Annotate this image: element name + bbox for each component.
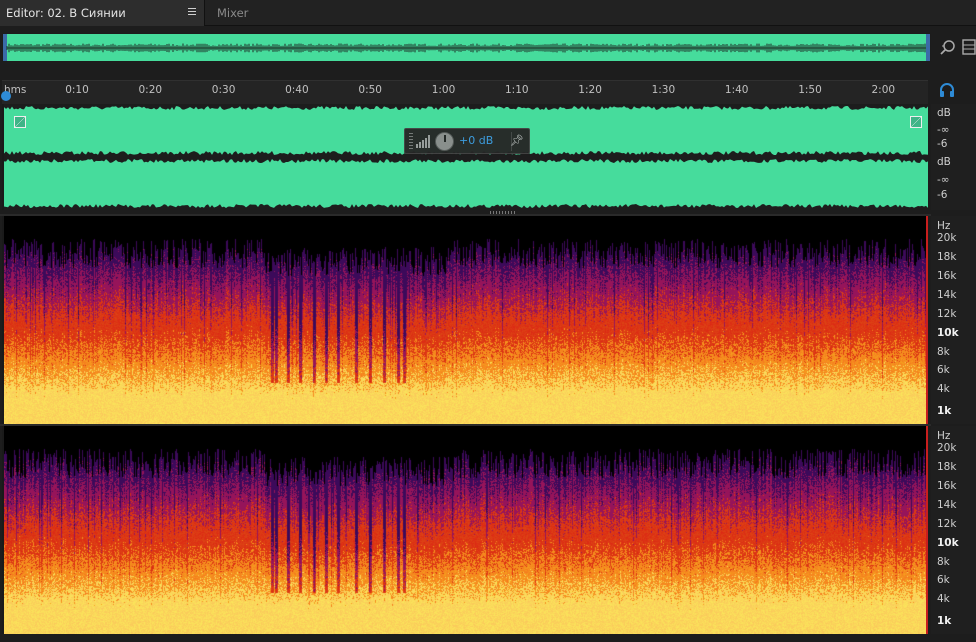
hz-label: 1k xyxy=(937,405,952,417)
fade-out-handle-icon[interactable] xyxy=(910,116,922,128)
tab-editor[interactable]: Editor: 02. В Сиянии Раздора.mp3 xyxy=(0,0,205,46)
hz-unit-2: Hz xyxy=(937,430,951,442)
spectrogram-channel-2[interactable] xyxy=(2,426,928,634)
hz-label: 12k xyxy=(937,308,957,320)
overview-right-handle[interactable] xyxy=(926,34,930,61)
ruler-label: 0:30 xyxy=(211,84,236,96)
db-unit-ch2: dB xyxy=(937,156,951,168)
hz-label: 14k xyxy=(937,499,957,511)
ruler-label: 1:30 xyxy=(651,84,676,96)
hz-label: 8k xyxy=(937,346,950,358)
end-marker-2 xyxy=(926,426,928,634)
waveform-display[interactable] xyxy=(2,104,928,210)
tab-bar: Editor: 02. В Сиянии Раздора.mp3 Mixer xyxy=(0,0,976,46)
hz-label: 20k xyxy=(937,232,957,244)
hz-label: 18k xyxy=(937,461,957,473)
hz-label: 10k xyxy=(937,537,959,549)
overview-waveform xyxy=(6,43,928,53)
hz-unit-1: Hz xyxy=(937,220,951,232)
ruler-label: 1:50 xyxy=(798,84,822,96)
playhead-icon[interactable] xyxy=(1,91,11,101)
hz-label: 10k xyxy=(937,327,959,339)
ruler-label: 0:10 xyxy=(65,84,89,96)
hz-label: 18k xyxy=(937,251,957,263)
spectrogram-canvas-1 xyxy=(4,216,928,424)
hz-label: 4k xyxy=(937,383,950,395)
hud-grip[interactable] xyxy=(409,133,413,149)
hz-label: 6k xyxy=(937,574,950,586)
hz-label: 16k xyxy=(937,480,957,492)
db-unit-ch1: dB xyxy=(937,107,951,119)
headphones-icon[interactable] xyxy=(938,82,956,98)
ruler-label: 0:50 xyxy=(358,84,382,96)
zoom-icon[interactable] xyxy=(940,39,956,55)
hz-label: 6k xyxy=(937,364,950,376)
hz-label: 14k xyxy=(937,289,957,301)
ruler-label: 2:00 xyxy=(871,84,896,96)
ruler-label: 1:20 xyxy=(578,84,602,96)
ruler-label: 1:40 xyxy=(724,84,749,96)
time-ruler[interactable]: hms 0:10 0:20 0:30 0:40 0:50 1:00 1:10 1:20 1:30… xyxy=(1,80,928,104)
db-bottom-ch2: -6 xyxy=(937,189,948,201)
ruler-label: 0:20 xyxy=(138,84,163,96)
ruler-label: 0:40 xyxy=(285,84,309,96)
hz-scale-channel-2: Hz 20k 18k 16k 14k 12k 10k 8k 6k 4k 1k xyxy=(931,426,976,634)
hz-label: 1k xyxy=(937,615,952,627)
hz-label: 8k xyxy=(937,556,950,568)
hz-label: 12k xyxy=(937,518,957,530)
db-top-ch1: -∞ xyxy=(937,124,950,136)
pin-icon[interactable]: 📌︎ xyxy=(510,134,524,147)
hz-label: 16k xyxy=(937,270,957,282)
hz-label: 4k xyxy=(937,593,950,605)
panel-icon[interactable] xyxy=(962,39,976,55)
tab-mixer[interactable]: Mixer xyxy=(206,0,276,26)
gain-hud[interactable]: +0 dB 📌︎ xyxy=(404,128,530,154)
ruler-label: 1:10 xyxy=(505,84,529,96)
spectrogram-channel-1[interactable] xyxy=(2,216,928,424)
spectrogram-canvas-2 xyxy=(4,426,928,634)
db-top-ch2: -∞ xyxy=(937,174,950,186)
level-bars-icon xyxy=(416,135,430,148)
db-bottom-ch1: -6 xyxy=(937,138,948,150)
tab-mixer-label: Mixer xyxy=(217,6,249,20)
menu-icon[interactable] xyxy=(188,8,196,17)
waveform-peaks xyxy=(4,104,928,210)
waveform-overview[interactable] xyxy=(2,33,931,62)
ruler-label: 1:00 xyxy=(431,84,456,96)
hz-scale-channel-1: Hz 20k 18k 16k 14k 12k 10k 8k 6k 4k 1k xyxy=(931,216,976,424)
gain-value[interactable]: +0 dB xyxy=(459,134,493,147)
fade-in-handle-icon[interactable] xyxy=(14,116,26,128)
volume-knob-icon[interactable] xyxy=(435,132,454,151)
hz-label: 20k xyxy=(937,442,957,454)
end-marker-1 xyxy=(926,216,928,424)
db-scale: dB -∞ -6 dB -∞ -6 xyxy=(931,104,976,210)
